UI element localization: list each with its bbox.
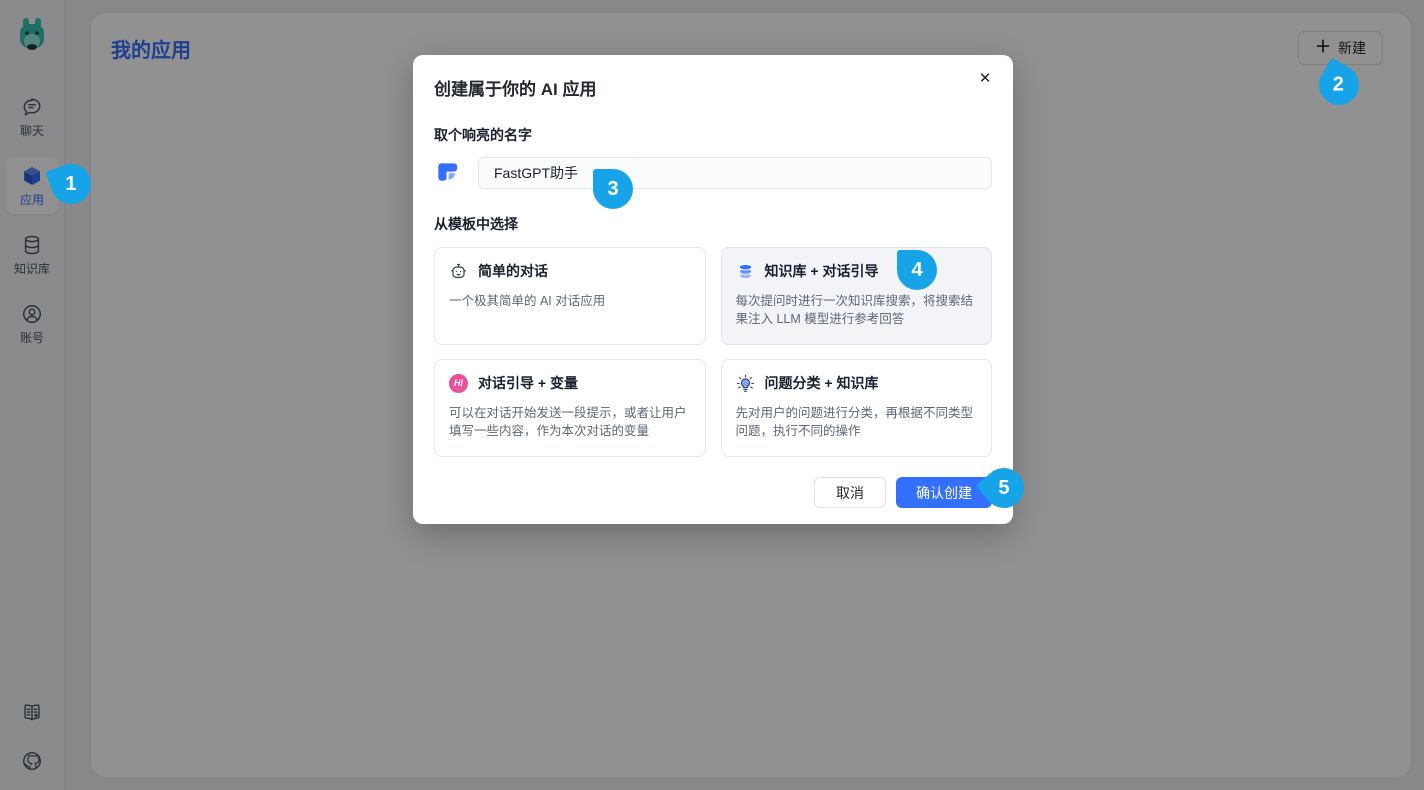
- close-icon[interactable]: ✕: [973, 66, 997, 90]
- modal-title: 创建属于你的 AI 应用: [434, 75, 992, 100]
- template-card-head: 问题分类 + 知识库: [736, 373, 978, 393]
- template-card-head: Hi 对话引导 + 变量: [449, 373, 691, 393]
- template-title: 简单的对话: [478, 261, 548, 281]
- template-card-kb-guide[interactable]: 知识库 + 对话引导 每次提问时进行一次知识库搜索，将搜索结果注入 LLM 模型…: [721, 247, 993, 345]
- robot-icon: [449, 262, 468, 281]
- template-card-simple-chat[interactable]: 简单的对话 一个极其简单的 AI 对话应用: [434, 247, 706, 345]
- template-title: 知识库 + 对话引导: [765, 261, 879, 281]
- modal-header: 创建属于你的 AI 应用 ✕: [413, 55, 1013, 100]
- template-desc: 可以在对话开始发送一段提示，或者让用户填写一些内容，作为本次对话的变量: [449, 404, 691, 440]
- app-avatar-fastgpt-logo-icon[interactable]: [434, 160, 461, 187]
- pin-label: 2: [1333, 74, 1344, 97]
- pin-label: 5: [998, 477, 1009, 500]
- create-app-modal: 创建属于你的 AI 应用 ✕ 取个响亮的名字 从模板中选择: [413, 55, 1013, 524]
- hi-badge-icon: Hi: [449, 374, 468, 393]
- app-name-label: 取个响亮的名字: [434, 125, 992, 145]
- modal-body: 取个响亮的名字 从模板中选择: [413, 125, 1013, 457]
- pin-label: 3: [607, 178, 618, 201]
- annotation-pin-4[interactable]: 4: [897, 250, 937, 290]
- bulb-icon: [736, 374, 755, 393]
- template-card-head: 简单的对话: [449, 261, 691, 281]
- template-section-label: 从模板中选择: [434, 214, 992, 234]
- database-stack-icon: [736, 262, 755, 281]
- template-card-head: 知识库 + 对话引导: [736, 261, 978, 281]
- confirm-create-button[interactable]: 确认创建: [896, 477, 992, 508]
- modal-footer: 取消 确认创建: [413, 457, 1013, 524]
- app-name-input[interactable]: [478, 157, 992, 189]
- template-card-guide-variables[interactable]: Hi 对话引导 + 变量 可以在对话开始发送一段提示，或者让用户填写一些内容，作…: [434, 359, 706, 457]
- template-desc: 一个极其简单的 AI 对话应用: [449, 292, 691, 310]
- pin-label: 4: [911, 259, 922, 282]
- template-desc: 每次提问时进行一次知识库搜索，将搜索结果注入 LLM 模型进行参考回答: [736, 292, 978, 328]
- cancel-button[interactable]: 取消: [814, 477, 886, 508]
- pin-label: 1: [65, 173, 76, 196]
- template-title: 问题分类 + 知识库: [765, 373, 879, 393]
- app-name-row: [434, 157, 992, 189]
- template-card-classify-kb[interactable]: 问题分类 + 知识库 先对用户的问题进行分类，再根据不同类型问题，执行不同的操作: [721, 359, 993, 457]
- template-title: 对话引导 + 变量: [478, 373, 578, 393]
- template-desc: 先对用户的问题进行分类，再根据不同类型问题，执行不同的操作: [736, 404, 978, 440]
- annotation-pin-3[interactable]: 3: [593, 169, 633, 209]
